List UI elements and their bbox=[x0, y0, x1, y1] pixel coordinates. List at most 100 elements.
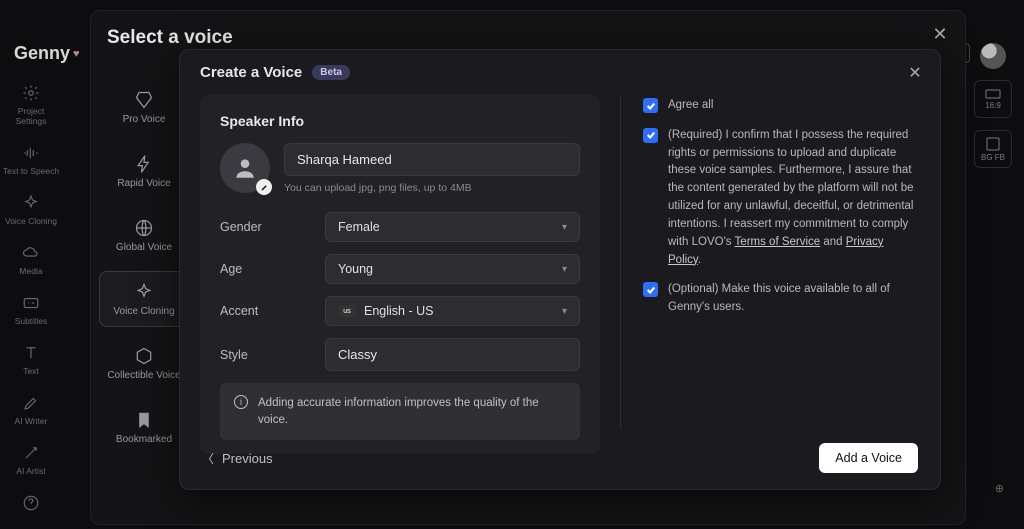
app-shell: Genny♥ Project Settings Text to Speech V… bbox=[0, 0, 1024, 529]
cat-global-voice[interactable]: Global Voice bbox=[99, 207, 189, 263]
age-row: Age Young▾ bbox=[220, 254, 580, 284]
rail-label: AI Artist bbox=[16, 466, 45, 476]
style-row: Style bbox=[220, 338, 580, 371]
previous-label: Previous bbox=[222, 451, 273, 466]
rail-label: Text to Speech bbox=[3, 166, 59, 176]
rail-text[interactable]: Text bbox=[2, 338, 60, 382]
rail-project-settings[interactable]: Project Settings bbox=[2, 78, 60, 132]
sound-icon bbox=[22, 144, 40, 162]
required-row[interactable]: (Required) I confirm that I possess the … bbox=[643, 127, 918, 270]
cat-pro-voice[interactable]: Pro Voice bbox=[99, 79, 189, 135]
left-rail: Project Settings Text to Speech Voice Cl… bbox=[0, 70, 62, 518]
rail-subtitles[interactable]: Subtitles bbox=[2, 288, 60, 332]
rail-help[interactable] bbox=[2, 488, 60, 518]
zoom-icon[interactable]: ⊕ bbox=[995, 482, 1004, 495]
optional-text: (Optional) Make this voice available to … bbox=[668, 281, 918, 317]
text-icon bbox=[22, 344, 40, 362]
accent-label: Accent bbox=[220, 304, 325, 318]
age-label: Age bbox=[220, 262, 325, 276]
accent-select[interactable]: us English - US ▾ bbox=[325, 296, 580, 326]
bg-box[interactable]: BG FB bbox=[974, 130, 1012, 168]
heart-icon: ♥ bbox=[73, 48, 80, 60]
gender-row: Gender Female ▾ bbox=[220, 212, 580, 242]
gear-icon bbox=[22, 84, 40, 102]
info-icon: i bbox=[234, 395, 248, 409]
optional-row[interactable]: (Optional) Make this voice available to … bbox=[643, 281, 918, 317]
rail-ai-artist[interactable]: AI Artist bbox=[2, 438, 60, 482]
rail-tts[interactable]: Text to Speech bbox=[2, 138, 60, 182]
hex-icon bbox=[134, 346, 154, 366]
gender-select[interactable]: Female ▾ bbox=[325, 212, 580, 242]
rail-label: Project Settings bbox=[2, 106, 60, 126]
select-voice-modal: Select a voice ✕ Pro Voice Rapid Voice G… bbox=[90, 10, 966, 525]
inner-header: Create a Voice Beta ✕ bbox=[180, 50, 940, 95]
person-icon bbox=[232, 155, 258, 181]
style-label: Style bbox=[220, 348, 325, 362]
cat-voice-cloning[interactable]: Voice Cloning bbox=[99, 271, 189, 327]
aspect-label: 16:9 bbox=[985, 101, 1001, 110]
cat-label: Collectible Voice bbox=[107, 370, 180, 381]
beta-badge: Beta bbox=[312, 65, 350, 80]
user-avatar[interactable] bbox=[980, 43, 1006, 69]
close-outer-button[interactable]: ✕ bbox=[929, 23, 951, 45]
gender-label: Gender bbox=[220, 220, 325, 234]
image-icon bbox=[986, 137, 1000, 151]
agree-all-checkbox[interactable] bbox=[643, 98, 658, 113]
avatar-upload[interactable] bbox=[220, 143, 270, 193]
rail-voice-cloning[interactable]: Voice Cloning bbox=[2, 188, 60, 232]
add-voice-button[interactable]: Add a Voice bbox=[819, 443, 918, 473]
rail-label: Voice Cloning bbox=[5, 216, 57, 226]
globe-icon bbox=[134, 218, 154, 238]
brand-logo: Genny♥ bbox=[14, 43, 80, 64]
rail-label: Media bbox=[19, 266, 42, 276]
pen-icon bbox=[22, 394, 40, 412]
chevron-left-icon: 〈 bbox=[202, 450, 214, 467]
right-rail: 16:9 BG FB bbox=[968, 80, 1018, 168]
chevron-down-icon: ▾ bbox=[562, 222, 567, 233]
required-checkbox[interactable] bbox=[643, 128, 658, 143]
magic-icon bbox=[22, 444, 40, 462]
avatar-row: You can upload jpg, png files, up to 4MB bbox=[220, 143, 580, 194]
cat-label: Rapid Voice bbox=[117, 178, 170, 189]
age-select[interactable]: Young▾ bbox=[325, 254, 580, 284]
aspect-box[interactable]: 16:9 bbox=[974, 80, 1012, 118]
select-voice-title: Select a voice bbox=[107, 27, 233, 49]
check-icon bbox=[646, 101, 656, 111]
sparkle-icon bbox=[134, 282, 154, 302]
style-input[interactable] bbox=[325, 338, 580, 371]
previous-button[interactable]: 〈 Previous bbox=[202, 450, 273, 467]
rail-ai-writer[interactable]: AI Writer bbox=[2, 388, 60, 432]
speaker-name-input[interactable] bbox=[284, 143, 580, 176]
gender-value: Female bbox=[338, 220, 380, 234]
cat-collectible-voice[interactable]: Collectible Voice bbox=[99, 335, 189, 391]
inner-footer: 〈 Previous Add a Voice bbox=[180, 429, 940, 489]
cat-label: Bookmarked bbox=[116, 434, 172, 445]
flag-icon: us bbox=[338, 305, 356, 317]
screen-icon bbox=[985, 89, 1001, 99]
bookmark-icon bbox=[134, 410, 154, 430]
close-inner-button[interactable]: ✕ bbox=[904, 62, 926, 84]
voice-category-list: Pro Voice Rapid Voice Global Voice Voice… bbox=[99, 79, 189, 455]
pencil-icon bbox=[260, 183, 269, 192]
chevron-down-icon: ▾ bbox=[562, 306, 567, 317]
check-icon bbox=[646, 285, 656, 295]
accent-value: English - US bbox=[364, 304, 433, 318]
consent-column: Agree all (Required) I confirm that I po… bbox=[620, 95, 940, 429]
create-voice-modal: Create a Voice Beta ✕ Speaker Info bbox=[179, 49, 941, 490]
tos-link[interactable]: Terms of Service bbox=[735, 236, 821, 248]
inner-body: Speaker Info You can upload jpg, png fil… bbox=[180, 95, 940, 429]
agree-all-row[interactable]: Agree all bbox=[643, 97, 918, 115]
rail-label: AI Writer bbox=[15, 416, 48, 426]
avatar-edit-badge[interactable] bbox=[256, 179, 272, 195]
cat-bookmarked[interactable]: Bookmarked bbox=[99, 399, 189, 455]
rail-label: Text bbox=[23, 366, 39, 376]
upload-hint: You can upload jpg, png files, up to 4MB bbox=[284, 182, 580, 194]
callout-text: Adding accurate information improves the… bbox=[258, 395, 566, 428]
optional-checkbox[interactable] bbox=[643, 282, 658, 297]
rail-media[interactable]: Media bbox=[2, 238, 60, 282]
cat-rapid-voice[interactable]: Rapid Voice bbox=[99, 143, 189, 199]
age-value: Young bbox=[338, 262, 373, 276]
form-column: Speaker Info You can upload jpg, png fil… bbox=[180, 95, 620, 429]
required-text: (Required) I confirm that I possess the … bbox=[668, 127, 918, 270]
sparkle-icon bbox=[22, 194, 40, 212]
